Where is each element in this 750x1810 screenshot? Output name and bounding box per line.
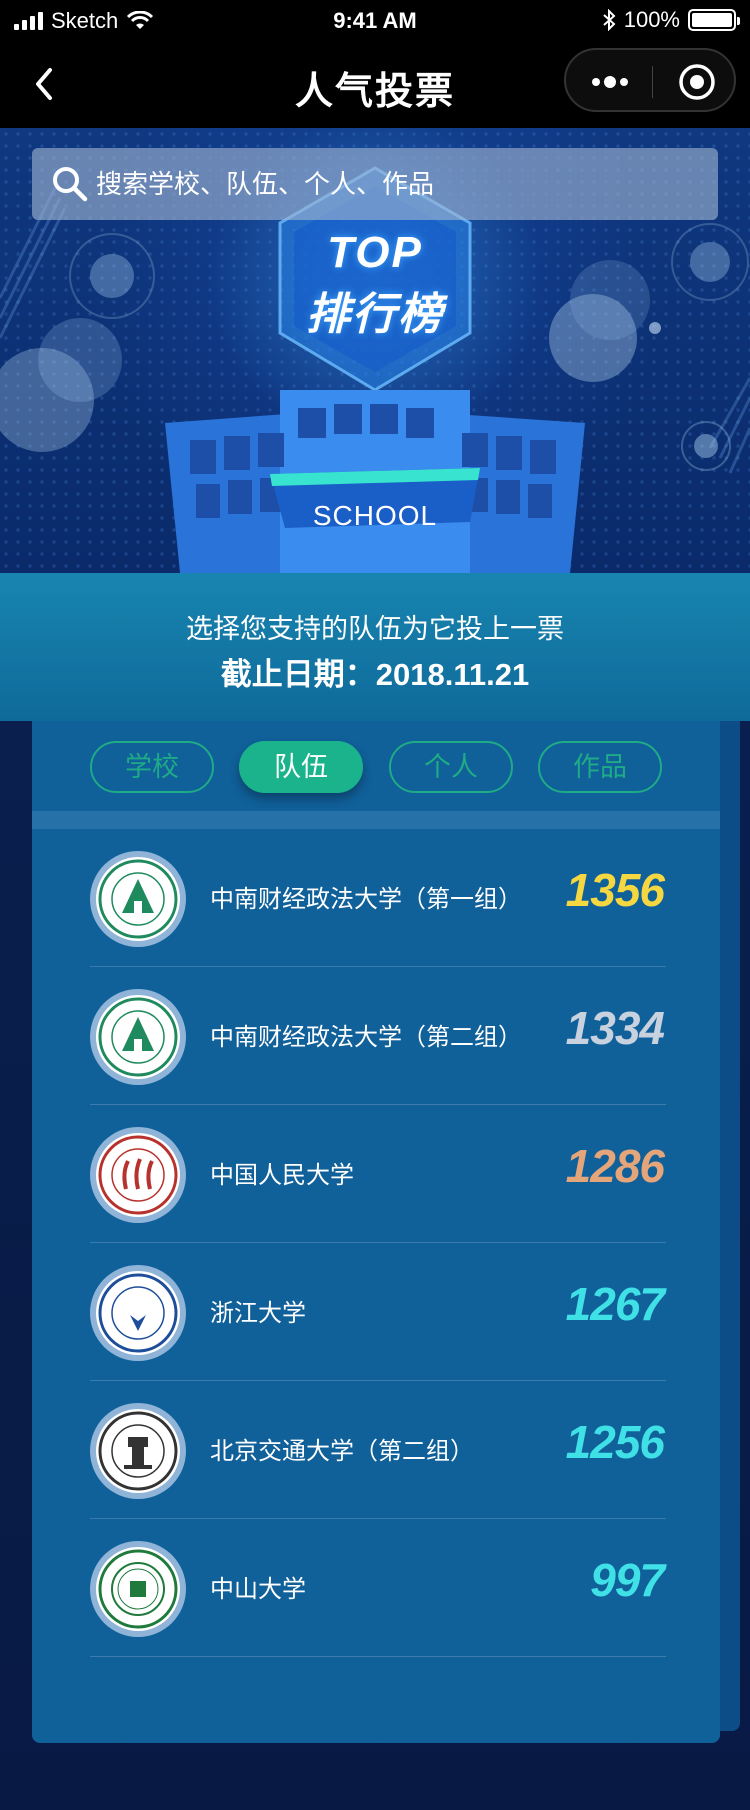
school-badge (90, 1541, 186, 1637)
more-dots-icon[interactable] (590, 72, 630, 92)
school-badge (90, 1403, 186, 1499)
team-name: 中南财经政法大学（第一组） (210, 886, 522, 913)
search-bar[interactable] (32, 148, 718, 220)
bluetooth-icon (603, 9, 616, 31)
status-right: 100% (602, 7, 740, 33)
team-name: 中南财经政法大学（第二组） (210, 1024, 522, 1051)
ranking-card: 学校 队伍 个人 作品 中南财经政法大学（第一组） 1356 中南财经政法大学（第二… (32, 721, 720, 1743)
ranking-row[interactable]: 中国人民大学 1286 (90, 1105, 666, 1243)
vote-prompt-text: 选择您支持的队伍为它投上一票 (186, 614, 564, 644)
vote-count: 1286 (565, 1140, 665, 1192)
ranking-subtitle: 排行榜 (306, 290, 444, 339)
battery-icon (688, 9, 740, 31)
battery-percent: 100% (623, 7, 680, 32)
school-badge (90, 989, 186, 1085)
vote-prompt-banner: 选择您支持的队伍为它投上一票 截止日期：2018.11.21 (0, 573, 750, 721)
zju-logo-icon (96, 1271, 180, 1355)
ranking-row[interactable]: 北京交通大学（第二组） 1256 (90, 1381, 666, 1519)
tab-school[interactable]: 学校 (90, 741, 214, 793)
deadline-text: 截止日期：2018.11.21 (220, 657, 530, 692)
vote-count: 997 (590, 1554, 665, 1606)
school-badge (90, 851, 186, 947)
status-bar: Sketch 9:41 AM 100% (0, 0, 750, 42)
tabs-divider (32, 811, 720, 829)
navigation-bar: 人气投票 (0, 42, 750, 128)
team-name: 浙江大学 (210, 1300, 306, 1327)
tab-works[interactable]: 作品 (538, 741, 662, 793)
team-name: 中国人民大学 (210, 1162, 354, 1189)
vote-count: 1267 (565, 1278, 665, 1330)
bjtu-logo-icon (96, 1409, 180, 1493)
ranking-row[interactable]: 浙江大学 1267 (90, 1243, 666, 1381)
ranking-row[interactable]: 中南财经政法大学（第二组） 1334 (90, 967, 666, 1105)
ranking-row[interactable]: 中南财经政法大学（第一组） 1356 (90, 829, 666, 967)
vote-count: 1334 (565, 1002, 665, 1054)
mini-program-capsule (564, 48, 736, 112)
ruc-logo-icon (96, 1133, 180, 1217)
category-tabs: 学校 队伍 个人 作品 (32, 741, 720, 797)
search-icon (53, 167, 88, 202)
tab-team[interactable]: 队伍 (239, 741, 363, 793)
vote-count: 1356 (565, 864, 665, 916)
ranking-row[interactable]: 中山大学 997 (90, 1519, 666, 1657)
tab-individual[interactable]: 个人 (389, 741, 513, 793)
team-name: 北京交通大学（第二组） (210, 1438, 474, 1465)
ranking-list: 中南财经政法大学（第一组） 1356 中南财经政法大学（第二组） 1334 中国人民大学… (90, 829, 666, 1657)
close-target-icon[interactable] (678, 63, 716, 101)
vote-count: 1256 (565, 1416, 665, 1468)
capsule-divider (652, 66, 653, 98)
school-label: SCHOOL (312, 500, 438, 531)
search-input[interactable] (96, 148, 696, 220)
app-root: Sketch 9:41 AM 100% 人气投票 TOP 排行榜 SCHOOL … (0, 0, 750, 1810)
school-badge (90, 1127, 186, 1223)
zuel-logo-icon (96, 857, 180, 941)
sysu-logo-icon (96, 1547, 180, 1631)
school-badge (90, 1265, 186, 1361)
zuel-logo-icon (96, 995, 180, 1079)
team-name: 中山大学 (210, 1576, 306, 1603)
top-title: TOP (327, 228, 423, 277)
